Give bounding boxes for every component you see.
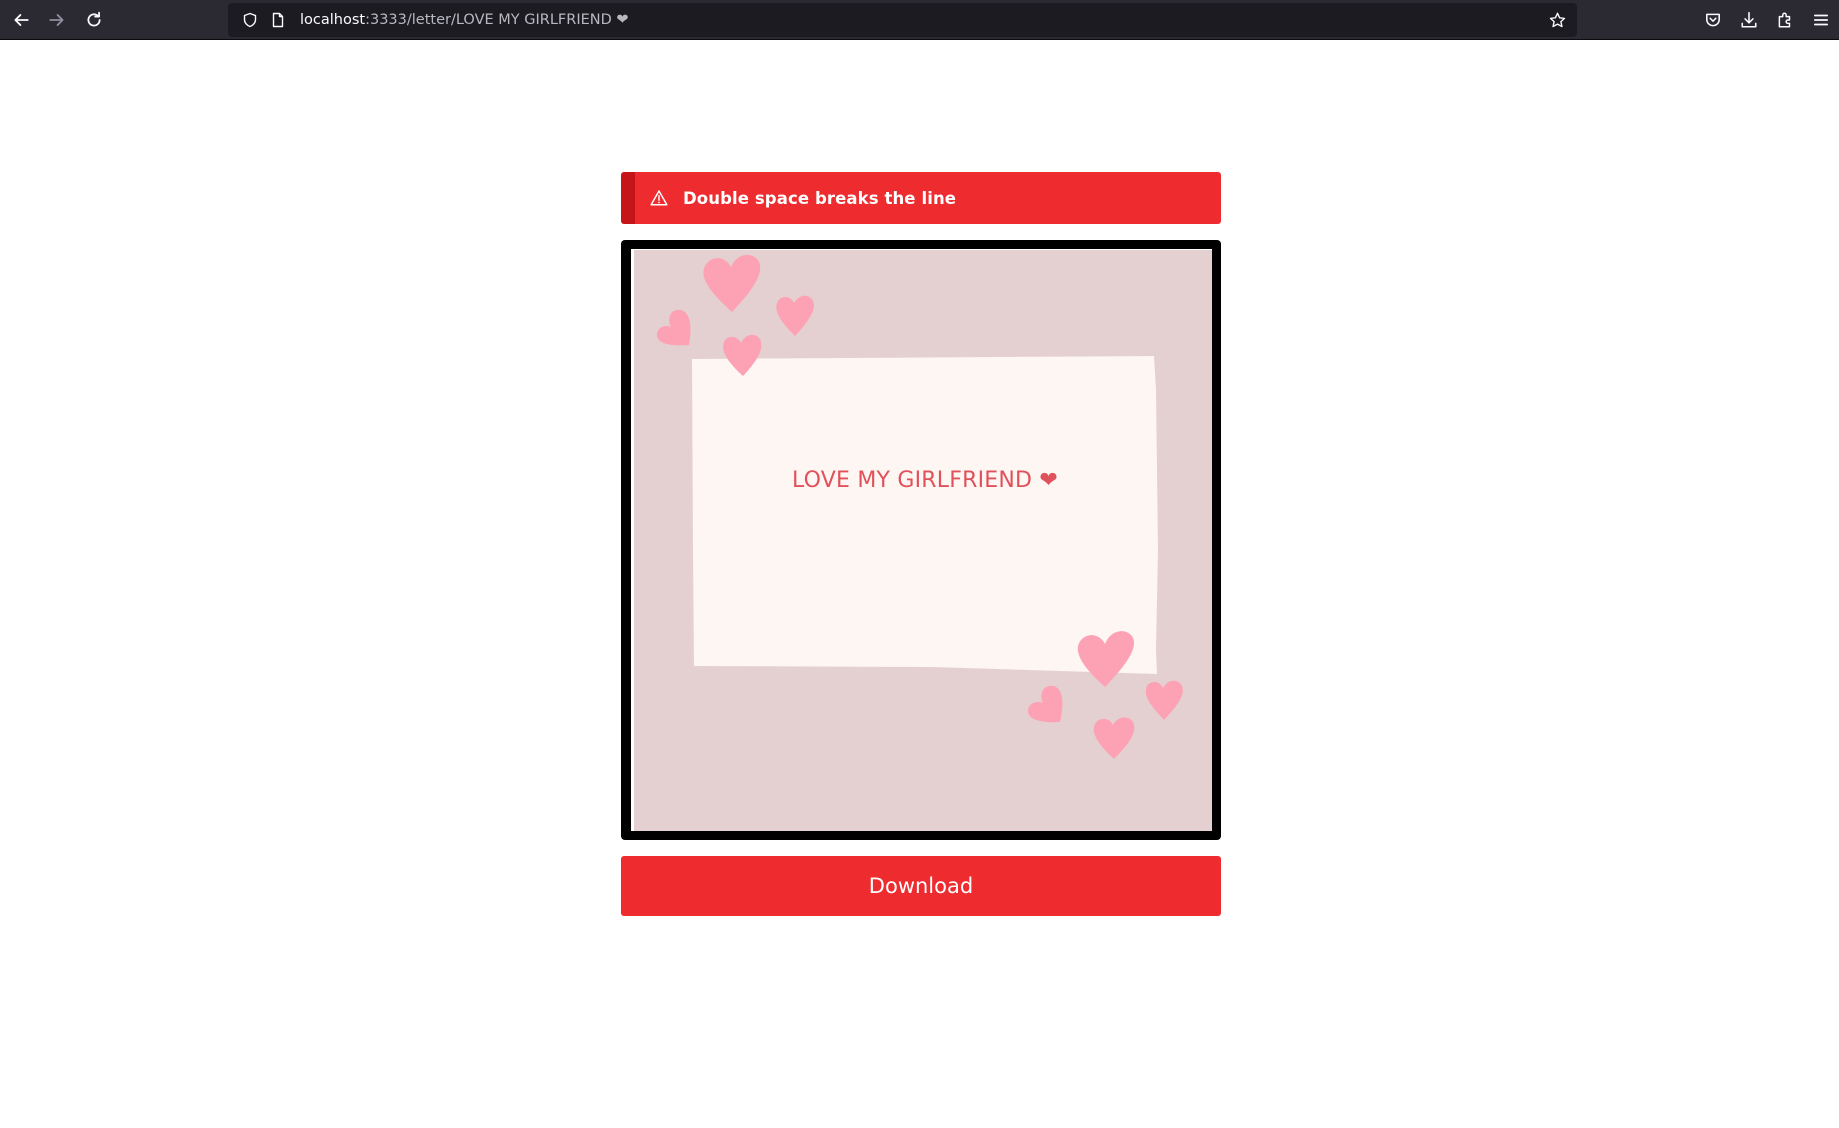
reload-button[interactable]	[76, 2, 112, 38]
heart-icon	[1145, 680, 1183, 720]
download-button[interactable]: Download	[621, 856, 1221, 916]
forward-button[interactable]	[39, 2, 75, 38]
heart-icon	[1028, 685, 1063, 723]
reload-icon	[87, 11, 101, 27]
letter-card-frame: LOVE MY GIRLFRIEND ❤	[621, 240, 1221, 840]
url-text[interactable]: localhost:3333/letter/LOVE MY GIRLFRIEND…	[300, 12, 629, 28]
forward-arrow-icon	[49, 14, 64, 26]
toolbar-right-icons	[1695, 2, 1839, 38]
shield-icon[interactable]	[238, 8, 262, 32]
heart-icon	[657, 309, 691, 346]
warning-alert: Double space breaks the line	[621, 172, 1221, 224]
hearts-top-left	[657, 254, 814, 376]
app-menu-button[interactable]	[1803, 2, 1839, 38]
letter-paper	[692, 356, 1158, 674]
hamburger-menu-icon	[1813, 14, 1829, 26]
page-icon[interactable]	[266, 8, 290, 32]
browser-toolbar: localhost:3333/letter/LOVE MY GIRLFRIEND…	[0, 0, 1839, 40]
bookmark-star-button[interactable]	[1545, 8, 1569, 32]
star-icon	[1549, 12, 1565, 27]
url-path: :3333/letter/LOVE MY GIRLFRIEND ❤	[365, 12, 629, 28]
back-button[interactable]	[3, 2, 39, 38]
letter-message: LOVE MY GIRLFRIEND ❤	[792, 468, 1058, 493]
heart-icon	[703, 254, 761, 312]
extensions-icon	[1778, 12, 1791, 28]
url-host: localhost	[300, 12, 366, 28]
address-bar[interactable]: localhost:3333/letter/LOVE MY GIRLFRIEND…	[228, 3, 1577, 37]
downloads-button[interactable]	[1731, 2, 1767, 38]
letter-illustration	[657, 254, 1183, 759]
back-arrow-icon	[14, 14, 29, 26]
warning-icon	[649, 188, 669, 208]
alert-message: Double space breaks the line	[683, 188, 957, 208]
pocket-button[interactable]	[1695, 2, 1731, 38]
download-icon	[1741, 11, 1757, 28]
letter-card: LOVE MY GIRLFRIEND ❤	[631, 249, 1212, 831]
heart-icon	[1093, 717, 1135, 759]
extensions-button[interactable]	[1767, 2, 1803, 38]
heart-icon	[776, 295, 814, 336]
pocket-icon	[1706, 13, 1720, 27]
